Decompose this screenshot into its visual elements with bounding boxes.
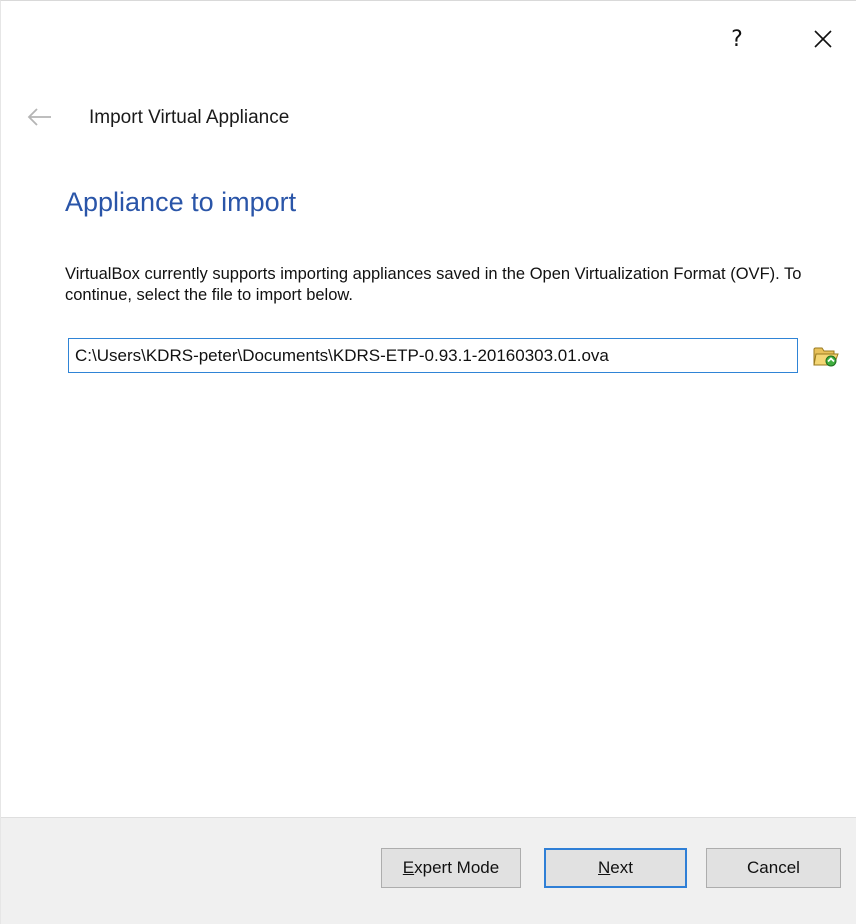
help-icon: ? [731,26,743,52]
next-button[interactable]: Next [544,848,687,888]
button-bar: Expert Mode Next Cancel [1,817,856,924]
expert-mode-button[interactable]: Expert Mode [381,848,521,888]
close-icon [814,30,832,48]
cancel-button[interactable]: Cancel [706,848,841,888]
cancel-label: Cancel [747,858,800,877]
expert-mode-label: xpert Mode [414,858,500,877]
title-bar: ? [1,1,856,77]
next-mnemonic: N [598,858,611,877]
import-appliance-dialog: ? Import Virtual Appliance Appliance to … [0,0,856,924]
wizard-title: Import Virtual Appliance [89,107,290,128]
browse-file-button[interactable] [811,341,841,371]
folder-open-icon [813,347,839,367]
next-label: ext [610,858,633,877]
file-path-input[interactable] [68,338,798,373]
expert-mode-mnemonic: E [402,858,415,877]
description-text: VirtualBox currently supports importing … [65,265,802,304]
page-heading: Appliance to import [65,187,297,217]
back-arrow-icon[interactable] [27,107,53,127]
close-button[interactable] [803,21,843,57]
help-button[interactable]: ? [717,21,757,57]
wizard-nav: Import Virtual Appliance [1,99,856,139]
